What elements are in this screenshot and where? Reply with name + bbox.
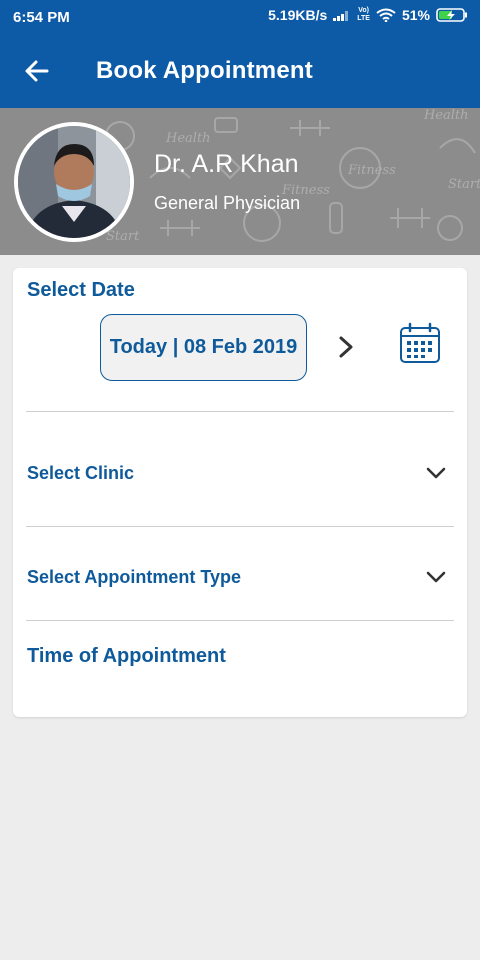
top-bar: 6:54 PM 5.19KB/s Vo) LTE 51% Book Appoin… — [0, 0, 480, 108]
calendar-button[interactable] — [398, 322, 442, 366]
date-selector[interactable]: Today | 08 Feb 2019 — [100, 314, 307, 381]
banner-word-fitness: Fitness — [347, 163, 396, 178]
chevron-down-icon — [426, 467, 446, 479]
arrow-left-icon — [25, 60, 49, 82]
status-bar: 6:54 PM 5.19KB/s Vo) LTE 51% — [0, 0, 480, 34]
doctor-specialty: General Physician — [154, 193, 301, 213]
select-date-label: Select Date — [27, 279, 135, 301]
banner-word-start: Start — [448, 177, 480, 192]
status-indicators: 5.19KB/s Vo) LTE 51% — [268, 7, 468, 23]
status-time: 6:54 PM — [13, 9, 70, 26]
select-appointment-type-label: Select Appointment Type — [27, 567, 242, 587]
calendar-icon — [400, 322, 440, 363]
doctor-avatar — [14, 122, 134, 242]
doctor-photo — [18, 126, 130, 238]
time-of-appointment-label: Time of Appointment — [27, 645, 226, 667]
divider — [26, 620, 454, 621]
battery-percent: 51% — [401, 7, 430, 23]
chevron-right-icon — [339, 336, 353, 358]
next-date-button[interactable] — [333, 332, 359, 362]
select-clinic-label: Select Clinic — [27, 463, 135, 483]
back-button[interactable] — [22, 56, 52, 86]
doctor-name: Dr. A.R Khan — [154, 150, 299, 178]
chevron-down-icon — [426, 571, 446, 583]
volte-icon: Vo) LTE — [357, 7, 370, 22]
banner-word-start-2: Start — [106, 229, 140, 244]
doctor-banner: Health Fitness Start Fitness Health Star… — [0, 108, 480, 255]
select-appointment-type-dropdown[interactable]: Select Appointment Type — [13, 552, 467, 602]
banner-word-health: Health — [165, 131, 211, 146]
page-title: Book Appointment — [96, 57, 313, 84]
wifi-icon — [376, 8, 396, 22]
battery-charging-icon — [436, 8, 467, 22]
signal-icon — [333, 11, 349, 21]
network-speed: 5.19KB/s — [268, 7, 328, 23]
app-bar: Book Appointment — [0, 40, 480, 104]
selected-date: Today | 08 Feb 2019 — [109, 336, 298, 358]
booking-card: Select Date Today | 08 Feb 2019 Select C… — [13, 268, 467, 717]
select-clinic-dropdown[interactable]: Select Clinic — [13, 448, 467, 498]
banner-word-health-2: Health — [423, 108, 469, 123]
divider — [26, 526, 454, 527]
divider — [26, 411, 454, 412]
